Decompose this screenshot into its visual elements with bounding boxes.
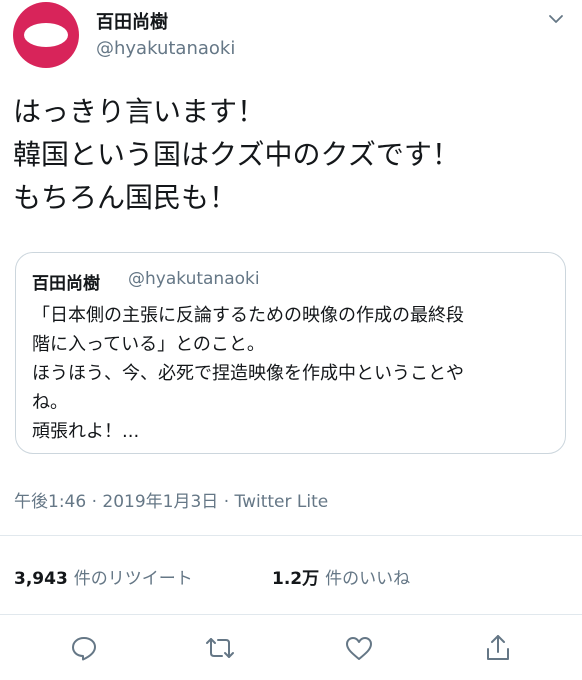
quoted-author-name: 百田尚樹: [32, 274, 100, 294]
share-icon: [487, 635, 509, 660]
avatar-logo-shape: [24, 23, 68, 47]
tweet-metadata: 午後1:46 · 2019年1月3日 · Twitter Lite: [14, 487, 328, 512]
likes-stat[interactable]: 1.2万 件のいいね: [272, 564, 410, 589]
quoted-text-line: ほうほう、今、必死で捏造映像を作成中ということや: [32, 363, 464, 384]
tweet-text-line: もちろん国民も！: [13, 181, 238, 214]
retweets-stat[interactable]: 3,943 件のリツイート: [14, 564, 193, 589]
reply-button[interactable]: [68, 632, 100, 664]
chevron-down-icon[interactable]: [548, 13, 564, 25]
retweets-count: 3,943: [14, 569, 68, 589]
tweet-source[interactable]: Twitter Lite: [235, 492, 329, 512]
tweet-text-line: はっきり言います！: [13, 95, 266, 128]
divider: [0, 614, 582, 615]
author-handle[interactable]: @hyakutanaoki: [96, 38, 235, 59]
tweet-text: はっきり言います！ 韓国という国はクズ中のクズです！ もちろん国民も！: [13, 90, 573, 219]
author-name[interactable]: 百田尚樹: [96, 8, 168, 34]
like-button[interactable]: [343, 632, 375, 664]
avatar[interactable]: [13, 2, 79, 68]
share-button[interactable]: [482, 632, 514, 664]
meta-separator: ·: [91, 492, 97, 512]
retweet-button[interactable]: [204, 632, 236, 664]
quoted-text-line: 階に入っている」とのこと。: [32, 334, 265, 355]
meta-separator: ·: [223, 492, 230, 512]
quoted-text-line: ね。: [32, 392, 68, 413]
quoted-tweet-card[interactable]: 百田尚樹 @hyakutanaoki 「日本側の主張に反論するための映像の作成の…: [15, 252, 566, 454]
quoted-text-line: 頑張れよ！...: [32, 421, 140, 442]
likes-label: 件のいいね: [325, 569, 411, 589]
reply-icon: [72, 637, 96, 661]
quoted-text-line: 「日本側の主張に反論するための映像の作成の最終段: [32, 305, 464, 326]
divider: [0, 535, 582, 536]
retweets-label: 件のリツイート: [73, 569, 193, 589]
tweet-date[interactable]: 2019年1月3日: [102, 492, 218, 512]
heart-icon: [346, 637, 372, 660]
likes-count: 1.2万: [272, 569, 320, 589]
quoted-author-handle: @hyakutanaoki: [128, 269, 260, 289]
tweet-text-line: 韓国という国はクズ中のクズです！: [13, 138, 460, 171]
tweet-time[interactable]: 午後1:46: [14, 492, 86, 512]
quoted-tweet-text: 「日本側の主張に反論するための映像の作成の最終段 階に入っている」とのこと。 ほ…: [32, 301, 562, 446]
retweet-icon: [206, 638, 234, 658]
